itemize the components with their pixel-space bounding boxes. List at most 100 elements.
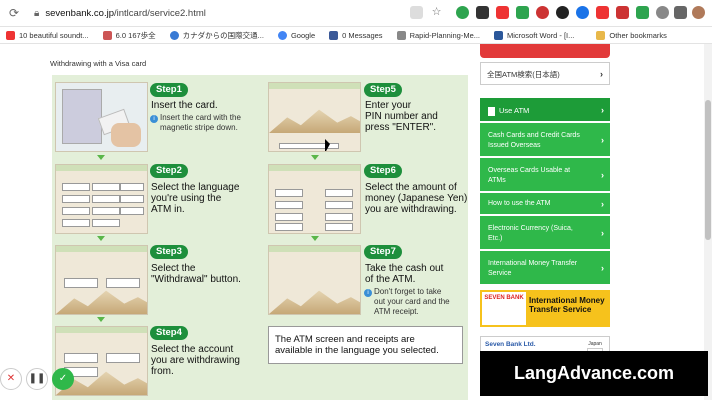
extension-icon[interactable] — [516, 6, 529, 19]
sidebar-item-money-transfer[interactable]: International Money Transfer Service › — [480, 251, 610, 285]
star-icon[interactable]: ☆ — [430, 6, 443, 19]
seven-bank-logo: SEVEN BANK — [482, 292, 526, 325]
sidebar-item-use-atm[interactable]: Use ATM › — [480, 98, 610, 122]
note-line: The ATM screen and receipts are — [275, 334, 415, 345]
recording-controls: ✕ ❚❚ ✓ — [0, 368, 74, 390]
step3-image — [55, 245, 148, 315]
sidebar-item-overseas-cards[interactable]: Overseas Cards Usable at ATMs › — [480, 158, 610, 192]
info-icon: i — [364, 289, 372, 297]
folder-icon — [596, 30, 606, 40]
sidebar-item-how-to-use[interactable]: How to use the ATM › — [480, 193, 610, 215]
sidebar-item-electronic-currency[interactable]: Electronic Currency (Suica, Etc.) › — [480, 216, 610, 250]
atm-icon — [488, 106, 495, 116]
step7-title: of the ATM. — [365, 274, 416, 285]
watermark: LangAdvance.com — [480, 351, 708, 396]
bookmark-item[interactable]: Google — [277, 30, 315, 40]
google-icon — [277, 30, 287, 40]
chevron-right-icon: › — [601, 134, 604, 145]
extension-icon[interactable] — [456, 6, 469, 19]
step5-image — [268, 82, 361, 152]
step7-image — [268, 245, 361, 315]
address-bar[interactable]: sevenbank.co.jp/intlcard/service2.html — [45, 8, 206, 19]
chevron-right-icon: › — [600, 68, 603, 79]
arrow-down-icon — [97, 236, 105, 241]
step1-note: magnetic stripe down. — [160, 123, 238, 132]
bookmark-icon — [102, 30, 112, 40]
step5-title: Enter your — [365, 100, 412, 111]
sidebar-item-cash-cards[interactable]: Cash Cards and Credit Cards Issued Overs… — [480, 123, 610, 157]
step3-title: Select the — [151, 263, 196, 274]
step6-image — [268, 164, 361, 234]
bookmarks-bar: 10 beautiful soundt... 6.0 167歩全 カナダからの国… — [0, 27, 712, 44]
step7-note: i Don't forget to take — [364, 287, 441, 297]
cursor-icon — [325, 139, 330, 151]
step1-image — [55, 82, 148, 152]
document-icon — [494, 30, 504, 40]
step6-title: money (Japanese Yen) — [365, 193, 468, 204]
step7-title: Take the cash out — [365, 263, 444, 274]
arrow-down-icon — [311, 236, 319, 241]
cast-icon[interactable] — [410, 6, 423, 19]
chevron-right-icon: › — [601, 262, 604, 273]
money-transfer-banner[interactable]: SEVEN BANK International Money Transfer … — [480, 290, 610, 327]
step6-title: Select the amount of — [365, 182, 457, 193]
extension-icon[interactable] — [656, 6, 669, 19]
bookmark-item[interactable]: 0 Messages — [329, 30, 383, 40]
step1-note: i Insert the card with the — [150, 113, 241, 123]
step5-badge: Step5 — [364, 83, 402, 97]
note-line: available in the language you selected. — [275, 345, 439, 356]
browser-toolbar: ⟳ 🔒︎ sevenbank.co.jp/intlcard/service2.h… — [0, 0, 712, 27]
bookmark-item[interactable]: カナダからの国際交通... — [169, 30, 264, 41]
scrollbar-thumb[interactable] — [705, 100, 711, 240]
check-icon[interactable]: ✓ — [52, 368, 74, 390]
extension-icon[interactable] — [496, 6, 509, 19]
step5-title: PIN number and — [365, 111, 438, 122]
globe-icon — [396, 30, 406, 40]
banner-text: International Money Transfer Service — [529, 296, 605, 314]
step1-badge: Step1 — [150, 83, 188, 97]
arrow-down-icon — [311, 155, 319, 160]
step4-badge: Step4 — [150, 326, 188, 340]
bookmark-item[interactable]: Rapid-Planning-Me... — [396, 30, 480, 40]
atm-search-link[interactable]: 全国ATM検索(日本語) › — [480, 62, 610, 85]
extension-icon[interactable] — [636, 6, 649, 19]
page-title: Withdrawing with a Visa card — [50, 59, 147, 68]
extension-icon[interactable] — [536, 6, 549, 19]
extension-icon[interactable] — [556, 6, 569, 19]
pause-icon[interactable]: ❚❚ — [26, 368, 48, 390]
chevron-right-icon: › — [601, 169, 604, 180]
bookmark-item[interactable]: 6.0 167歩全 — [102, 30, 156, 41]
step7-badge: Step7 — [364, 245, 402, 259]
step6-badge: Step6 — [364, 164, 402, 178]
lock-icon[interactable]: 🔒︎ — [34, 8, 39, 19]
close-icon[interactable]: ✕ — [0, 368, 22, 390]
step4-title: Select the account — [151, 344, 234, 355]
step4-title: you are withdrawing — [151, 355, 240, 366]
step2-title: Select the language — [151, 182, 240, 193]
sidebar-red-button[interactable] — [480, 44, 610, 58]
extension-icon[interactable] — [596, 6, 609, 19]
bookmark-item[interactable]: Microsoft Word - [I... — [494, 30, 574, 40]
avatar[interactable] — [692, 6, 705, 19]
extension-icon[interactable] — [576, 6, 589, 19]
step2-badge: Step2 — [150, 164, 188, 178]
wordpress-icon — [169, 30, 179, 40]
step7-note: ATM receipt. — [374, 307, 419, 316]
bookmark-item[interactable]: Other bookmarks — [596, 30, 667, 40]
arrow-down-icon — [97, 317, 105, 322]
step3-badge: Step3 — [150, 245, 188, 259]
step4-title: from. — [151, 366, 174, 377]
step7-note: out your card and the — [374, 297, 450, 306]
puzzle-icon[interactable] — [674, 6, 687, 19]
bookmark-item[interactable]: 10 beautiful soundt... — [6, 30, 89, 40]
step2-title: ATM in. — [151, 204, 185, 215]
step3-title: "Withdrawal" button. — [151, 274, 241, 285]
reload-icon[interactable]: ⟳ — [6, 5, 22, 21]
step2-image — [55, 164, 148, 234]
info-icon: i — [150, 115, 158, 123]
step6-title: you are withdrawing. — [365, 204, 457, 215]
chevron-right-icon: › — [601, 198, 604, 209]
extension-icon[interactable] — [616, 6, 629, 19]
language-note: The ATM screen and receipts are availabl… — [268, 326, 463, 364]
extension-icon[interactable] — [476, 6, 489, 19]
